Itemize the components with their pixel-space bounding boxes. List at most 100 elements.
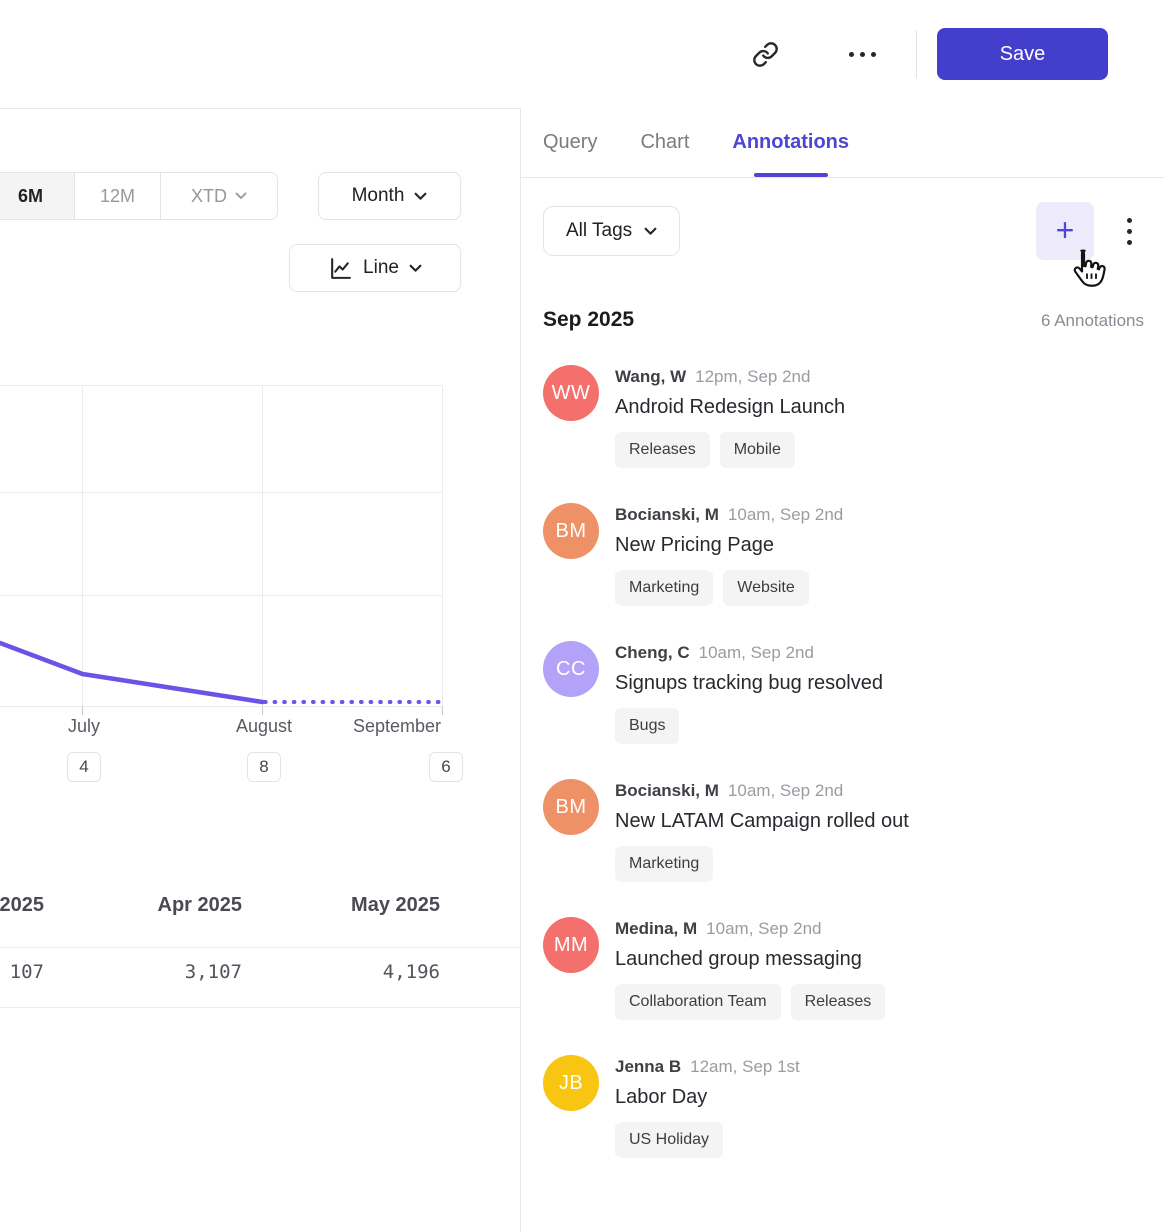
series-line-solid — [0, 643, 263, 702]
avatar: MM — [543, 917, 599, 973]
table-value-cell: 107 — [0, 961, 44, 983]
annotation-group-header: Sep 2025 6 Annotations — [543, 308, 1144, 332]
chart-type-dropdown[interactable]: Line — [289, 244, 461, 292]
x-axis-label: September — [353, 716, 441, 737]
date-range-segmented-control: 6M 12M XTD — [0, 172, 278, 220]
annotation-author: Bocianski, M — [615, 503, 719, 527]
annotation-count-badge[interactable]: 4 — [67, 752, 101, 782]
x-axis-annotation-badges: 4 8 6 — [0, 752, 520, 784]
annotation-title: New Pricing Page — [615, 528, 945, 563]
annotation-time: 10am, Sep 2nd — [699, 641, 814, 665]
tag-pill[interactable]: Mobile — [720, 432, 795, 468]
granularity-label: Month — [352, 185, 405, 207]
range-button-6m[interactable]: 6M — [0, 173, 75, 219]
avatar: CC — [543, 641, 599, 697]
add-annotation-button[interactable]: + — [1036, 202, 1094, 260]
tag-pill[interactable]: Releases — [615, 432, 710, 468]
more-menu-button[interactable] — [840, 32, 884, 76]
annotation-item[interactable]: MM Medina, M 10am, Sep 2nd Launched grou… — [543, 917, 1144, 1020]
save-button[interactable]: Save — [937, 28, 1108, 80]
tab-chart[interactable]: Chart — [640, 108, 689, 177]
table-header-cell: 2025 — [0, 894, 44, 917]
annotation-title: Signups tracking bug resolved — [615, 666, 945, 701]
annotations-toolbar: All Tags + — [543, 206, 1144, 260]
link-icon — [752, 41, 779, 68]
app-window: Save 6M 12M XTD Month Line — [0, 0, 1164, 1232]
annotation-author: Wang, W — [615, 365, 686, 389]
group-title: Sep 2025 — [543, 308, 634, 332]
annotation-item[interactable]: BM Bocianski, M 10am, Sep 2nd New Pricin… — [543, 503, 1144, 606]
tag-pill[interactable]: Website — [723, 570, 809, 606]
chevron-down-icon — [235, 192, 247, 200]
annotation-tag-row: Releases Mobile — [615, 432, 1144, 468]
avatar: JB — [543, 1055, 599, 1111]
tab-query[interactable]: Query — [543, 108, 597, 177]
annotation-title: Launched group messaging — [615, 942, 945, 977]
annotation-time: 12am, Sep 1st — [690, 1055, 800, 1079]
tab-annotations[interactable]: Annotations — [732, 108, 849, 177]
annotation-tag-row: Marketing Website — [615, 570, 1144, 606]
annotation-author: Bocianski, M — [615, 779, 719, 803]
granularity-dropdown[interactable]: Month — [318, 172, 461, 220]
x-axis-labels: July August September — [0, 716, 520, 742]
annotation-list: WW Wang, W 12pm, Sep 2nd Android Redesig… — [543, 365, 1144, 1158]
table-value-cell: 3,107 — [82, 961, 242, 983]
more-horizontal-icon — [849, 52, 876, 57]
chevron-down-icon — [414, 192, 427, 201]
table-value-cell: 4,196 — [280, 961, 440, 983]
annotation-count-badge[interactable]: 8 — [247, 752, 281, 782]
annotation-tag-row: Marketing — [615, 846, 1144, 882]
tag-filter-dropdown[interactable]: All Tags — [543, 206, 680, 256]
annotation-title: Labor Day — [615, 1080, 945, 1115]
chart-data-table: 2025 Apr 2025 May 2025 107 3,107 4,196 — [0, 878, 520, 1008]
table-header-cell: Apr 2025 — [82, 894, 242, 917]
table-header-divider — [0, 947, 520, 948]
annotation-author: Medina, M — [615, 917, 697, 941]
range-button-label: 6M — [18, 186, 43, 207]
copy-link-button[interactable] — [743, 32, 787, 76]
range-button-xtd[interactable]: XTD — [161, 173, 277, 219]
annotation-time: 12pm, Sep 2nd — [695, 365, 810, 389]
top-bar: Save — [0, 0, 1164, 109]
annotation-item[interactable]: WW Wang, W 12pm, Sep 2nd Android Redesig… — [543, 365, 1144, 468]
more-vertical-icon — [1127, 218, 1132, 245]
chart-panel: 6M 12M XTD Month Line — [0, 108, 520, 1232]
avatar: WW — [543, 365, 599, 421]
table-row-divider — [0, 1007, 520, 1008]
range-button-label: XTD — [191, 186, 227, 207]
chart-type-label: Line — [363, 257, 399, 279]
annotation-time: 10am, Sep 2nd — [728, 779, 843, 803]
annotation-title: New LATAM Campaign rolled out — [615, 804, 945, 839]
tab-label: Query — [543, 131, 597, 154]
topbar-divider — [916, 30, 917, 78]
annotation-count: 6 Annotations — [1041, 311, 1144, 331]
tag-pill[interactable]: Marketing — [615, 570, 713, 606]
avatar: BM — [543, 503, 599, 559]
x-axis-label: July — [68, 716, 100, 737]
table-header-cell: May 2025 — [280, 894, 440, 917]
annotation-item[interactable]: JB Jenna B 12am, Sep 1st Labor Day US Ho… — [543, 1055, 1144, 1158]
tag-pill[interactable]: Collaboration Team — [615, 984, 781, 1020]
range-button-label: 12M — [100, 186, 135, 207]
annotation-tag-row: Collaboration Team Releases — [615, 984, 1144, 1020]
avatar: BM — [543, 779, 599, 835]
tag-pill[interactable]: US Holiday — [615, 1122, 723, 1158]
tag-pill[interactable]: Marketing — [615, 846, 713, 882]
annotation-time: 10am, Sep 2nd — [706, 917, 821, 941]
tab-label: Chart — [640, 131, 689, 154]
annotations-panel: Query Chart Annotations All Tags + — [521, 108, 1164, 1232]
tag-pill[interactable]: Releases — [791, 984, 886, 1020]
annotation-item[interactable]: CC Cheng, C 10am, Sep 2nd Signups tracki… — [543, 641, 1144, 744]
range-button-12m[interactable]: 12M — [75, 173, 161, 219]
line-chart-plot — [0, 385, 460, 719]
annotation-count-badge[interactable]: 6 — [429, 752, 463, 782]
x-axis-label: August — [236, 716, 292, 737]
annotation-title: Android Redesign Launch — [615, 390, 945, 425]
chevron-down-icon — [409, 264, 422, 273]
annotations-more-button[interactable] — [1114, 202, 1144, 260]
tag-pill[interactable]: Bugs — [615, 708, 679, 744]
chevron-down-icon — [644, 227, 657, 236]
annotation-item[interactable]: BM Bocianski, M 10am, Sep 2nd New LATAM … — [543, 779, 1144, 882]
annotation-author: Cheng, C — [615, 641, 690, 665]
active-tab-underline — [754, 173, 828, 177]
